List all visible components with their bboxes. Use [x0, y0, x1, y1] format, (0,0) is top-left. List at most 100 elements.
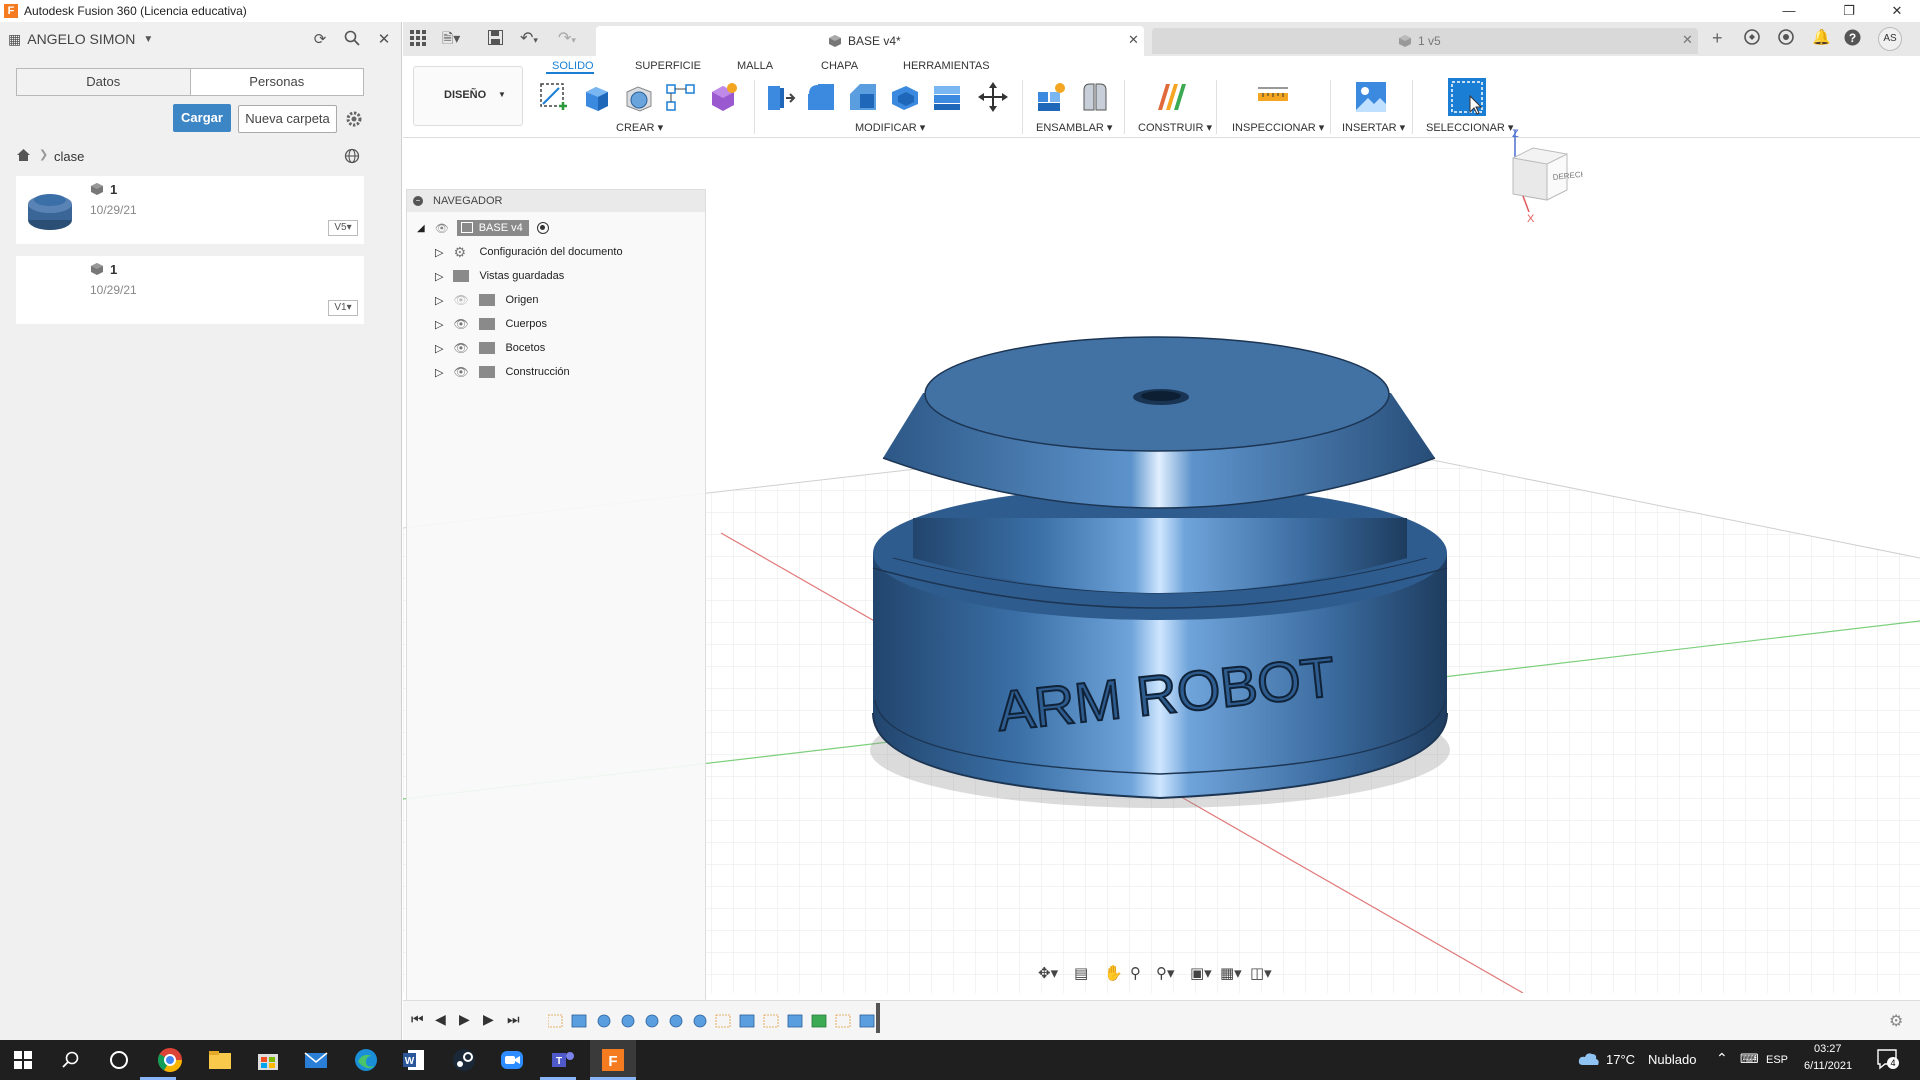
- view-cube[interactable]: Z DERECHA X: [1503, 128, 1593, 231]
- activate-radio-icon[interactable]: [536, 222, 549, 234]
- eye-icon[interactable]: 👁: [453, 317, 471, 331]
- file-card[interactable]: 1 10/29/21 V5▾: [16, 176, 364, 244]
- close-panel-icon[interactable]: ✕: [374, 30, 394, 50]
- save-icon[interactable]: [488, 30, 504, 46]
- offset-plane-icon[interactable]: [1154, 80, 1188, 114]
- taskbar-search-icon[interactable]: [62, 1051, 80, 1069]
- eye-icon[interactable]: 👁: [453, 365, 471, 379]
- restore-button[interactable]: ❐: [1826, 0, 1872, 22]
- look-at-icon[interactable]: ▤: [1074, 964, 1088, 982]
- timeline-features[interactable]: [547, 1011, 888, 1031]
- apps-grid-icon[interactable]: [410, 30, 428, 48]
- new-component-icon[interactable]: [1034, 80, 1068, 114]
- edge-icon[interactable]: [352, 1046, 380, 1074]
- clock-time[interactable]: 03:27: [1814, 1043, 1842, 1055]
- viewports-icon[interactable]: ◫▾: [1250, 964, 1272, 982]
- globe-icon[interactable]: [344, 148, 360, 164]
- fillet-icon[interactable]: [804, 80, 838, 114]
- eye-icon[interactable]: 👁: [453, 341, 471, 355]
- form-icon[interactable]: [706, 80, 740, 114]
- navigator-item[interactable]: ▷ 👁 Construcción: [435, 360, 570, 384]
- notification-center-icon[interactable]: 4: [1876, 1048, 1899, 1070]
- clock-date[interactable]: 6/11/2021: [1804, 1060, 1852, 1072]
- tab-herramientas[interactable]: HERRAMIENTAS: [903, 60, 990, 72]
- home-icon[interactable]: [16, 148, 32, 162]
- refresh-icon[interactable]: ⟳: [310, 30, 330, 50]
- weather-cloud-icon[interactable]: [1578, 1051, 1600, 1067]
- expand-triangle-icon[interactable]: ▷: [435, 294, 443, 307]
- group-inspeccionar[interactable]: INSPECCIONAR ▾: [1232, 121, 1324, 134]
- fusion-app-icon[interactable]: F: [599, 1046, 627, 1074]
- grid-settings-icon[interactable]: ▦▾: [1220, 964, 1242, 982]
- navigator-item[interactable]: ▷ 👁 Cuerpos: [435, 312, 547, 336]
- pan-hand-icon[interactable]: ✋: [1104, 964, 1123, 982]
- redo-icon[interactable]: ↷▾: [558, 28, 576, 48]
- group-ensamblar[interactable]: ENSAMBLAR ▾: [1036, 121, 1112, 134]
- document-tab-active[interactable]: BASE v4* ✕: [596, 26, 1144, 56]
- close-window-button[interactable]: ✕: [1874, 0, 1920, 22]
- language-indicator[interactable]: ESP: [1766, 1054, 1788, 1066]
- move-icon[interactable]: [976, 80, 1010, 114]
- pattern-icon[interactable]: [664, 80, 698, 114]
- new-tab-plus-icon[interactable]: +: [1712, 28, 1723, 49]
- timeline-prev-icon[interactable]: ◀: [435, 1011, 446, 1028]
- minimize-button[interactable]: —: [1766, 0, 1812, 22]
- navigator-item[interactable]: ▷ 👁 Bocetos: [435, 336, 545, 360]
- steam-icon[interactable]: [450, 1046, 478, 1074]
- group-modificar[interactable]: MODIFICAR ▾: [855, 121, 925, 134]
- tab-malla[interactable]: MALLA: [737, 60, 773, 72]
- new-folder-button[interactable]: Nueva carpeta: [238, 105, 337, 133]
- expand-triangle-icon[interactable]: ◢: [417, 223, 425, 234]
- insert-image-icon[interactable]: [1354, 80, 1388, 114]
- expand-triangle-icon[interactable]: ▷: [435, 342, 443, 355]
- close-tab-icon[interactable]: ✕: [1128, 32, 1139, 48]
- file-explorer-icon[interactable]: [206, 1046, 234, 1074]
- chamfer-icon[interactable]: [846, 80, 880, 114]
- timeline-first-icon[interactable]: ⏮: [411, 1011, 424, 1028]
- eye-hidden-icon[interactable]: 👁: [453, 293, 471, 307]
- group-seleccionar[interactable]: SELECCIONAR ▾: [1426, 121, 1513, 134]
- mail-icon[interactable]: [302, 1046, 330, 1074]
- press-pull-icon[interactable]: [762, 80, 796, 114]
- navigator-item[interactable]: ▷ ⚙ Configuración del documento: [435, 240, 623, 264]
- tab-datos[interactable]: Datos: [17, 69, 191, 95]
- extrude-icon[interactable]: [580, 80, 614, 114]
- weather-temperature[interactable]: 17°C: [1606, 1052, 1635, 1067]
- tab-superficie[interactable]: SUPERFICIE: [635, 60, 701, 72]
- timeline-next-icon[interactable]: ▶: [483, 1011, 494, 1028]
- timeline-last-icon[interactable]: ⏭: [507, 1011, 520, 1028]
- select-icon[interactable]: [1448, 78, 1486, 116]
- document-tab[interactable]: 1 v5 ✕: [1152, 28, 1698, 54]
- version-badge[interactable]: V5▾: [328, 220, 358, 236]
- word-icon[interactable]: W: [400, 1046, 428, 1074]
- arm-robot-base-model[interactable]: ARM ROBOT: [872, 336, 1448, 800]
- cortana-icon[interactable]: [110, 1051, 128, 1069]
- fit-icon[interactable]: ⚲▾: [1156, 964, 1175, 982]
- upload-button[interactable]: Cargar: [173, 104, 231, 132]
- workspace-switcher[interactable]: DISEÑO ▼: [413, 66, 523, 126]
- extensions-icon[interactable]: [1744, 29, 1762, 47]
- measure-icon[interactable]: [1256, 80, 1290, 114]
- expand-triangle-icon[interactable]: ▷: [435, 246, 443, 259]
- chrome-icon[interactable]: [156, 1046, 184, 1074]
- settings-gear-icon[interactable]: [345, 110, 363, 128]
- tab-chapa[interactable]: CHAPA: [821, 60, 858, 72]
- navigator-root[interactable]: ◢ 👁 BASE v4: [417, 216, 549, 240]
- navigator-header[interactable]: − NAVEGADOR: [407, 190, 705, 212]
- user-name-dropdown[interactable]: ANGELO SIMON: [27, 31, 135, 47]
- zoom-icon[interactable]: ⚲: [1130, 964, 1141, 982]
- file-menu-icon[interactable]: 🗎▾: [442, 28, 472, 48]
- tab-solido[interactable]: SOLIDO: [552, 60, 594, 72]
- group-insertar[interactable]: INSERTAR ▾: [1342, 121, 1405, 134]
- collapse-icon[interactable]: −: [413, 196, 423, 206]
- windows-start-icon[interactable]: [14, 1051, 32, 1069]
- eye-icon[interactable]: 👁: [435, 222, 451, 235]
- navigator-item[interactable]: ▷ 👁 Origen: [435, 288, 539, 312]
- group-crear[interactable]: CREAR ▾: [616, 121, 663, 134]
- timeline-play-icon[interactable]: ▶: [459, 1011, 470, 1028]
- teams-icon[interactable]: T: [548, 1046, 576, 1074]
- timeline-marker[interactable]: [876, 1003, 880, 1033]
- apps-grid-icon[interactable]: ▦: [8, 31, 21, 48]
- job-status-icon[interactable]: [1778, 29, 1796, 47]
- tray-chevron-up-icon[interactable]: ⌃: [1716, 1050, 1728, 1067]
